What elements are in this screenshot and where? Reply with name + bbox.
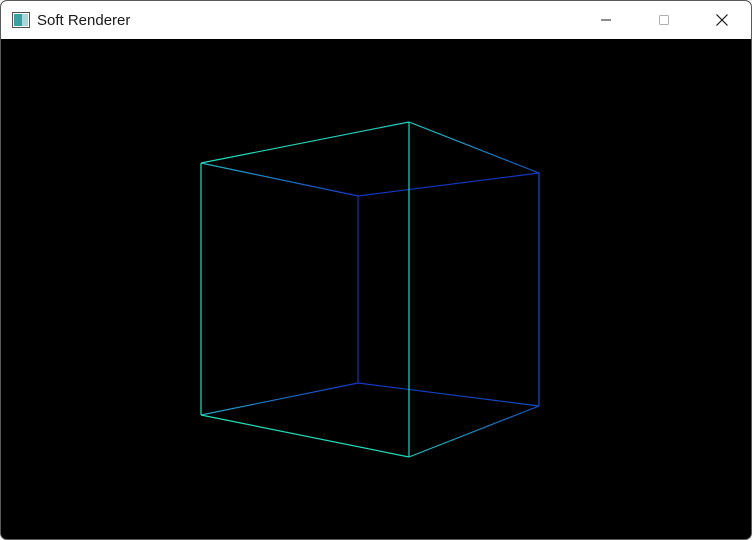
- cube-edge-back-bottom-left: [200, 382, 359, 416]
- cube-edge-top-front: [200, 121, 410, 164]
- render-viewport[interactable]: [1, 39, 751, 539]
- cube-edge-bottom-right: [408, 405, 540, 458]
- cube-edge-top-right: [408, 121, 540, 174]
- title-bar[interactable]: Soft Renderer: [1, 1, 751, 39]
- maximize-icon: [659, 15, 669, 25]
- wireframe-cube: [200, 121, 540, 458]
- window-controls: [577, 1, 751, 39]
- cube-edge-back-top-left: [200, 162, 359, 197]
- close-button[interactable]: [693, 1, 751, 39]
- window-title: Soft Renderer: [37, 11, 131, 29]
- minimize-button[interactable]: [577, 1, 635, 39]
- app-window-icon: [12, 12, 30, 28]
- cube-edge-back-bottom-right: [357, 382, 540, 407]
- app-window: Soft Renderer: [0, 0, 752, 540]
- cube-edge-bottom-front: [200, 414, 410, 458]
- maximize-button[interactable]: [635, 1, 693, 39]
- minimize-icon: [601, 19, 611, 21]
- cube-edge-back-top-right: [357, 172, 540, 197]
- close-icon: [716, 14, 728, 26]
